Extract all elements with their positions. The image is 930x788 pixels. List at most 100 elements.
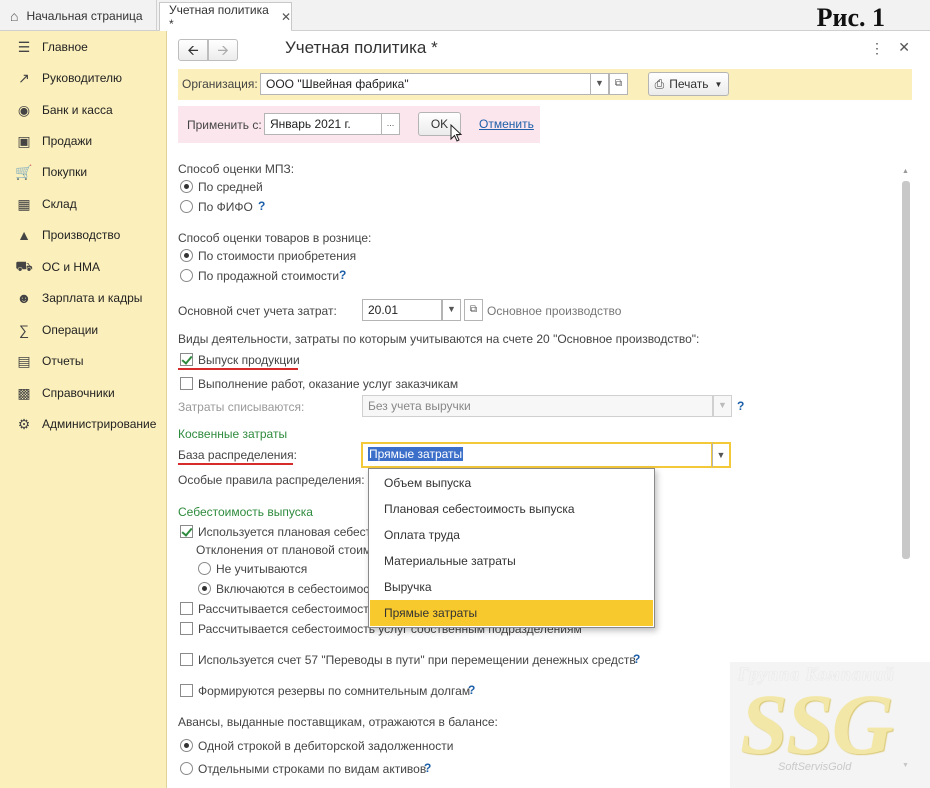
mpz-fifo-radio[interactable] [180, 200, 193, 213]
sidebar-item-admin[interactable]: ⚙ Администрирование [0, 412, 167, 436]
deviations-none-label: Не учитываются [216, 562, 308, 576]
sidebar-item-label: Главное [42, 40, 88, 54]
sidebar-item-operations[interactable]: ∑ Операции [0, 318, 167, 342]
account-57-checkbox[interactable] [180, 653, 193, 666]
cost-account-dropdown-icon[interactable]: ▼ [442, 299, 461, 321]
tab-home[interactable]: ⌂ Начальная страница [0, 0, 157, 31]
organization-dropdown-icon[interactable]: ▼ [590, 73, 609, 95]
services-checkbox[interactable] [180, 377, 193, 390]
forward-button[interactable]: 🡪 [208, 39, 238, 61]
indirect-costs-title: Косвенные затраты [178, 427, 288, 441]
tab-accounting-policy[interactable]: Учетная политика * ✕ [159, 2, 292, 32]
page-title: Учетная политика * [285, 38, 438, 57]
cost-account-name: Основное производство [487, 304, 622, 318]
mpz-method-title: Способ оценки МПЗ: [178, 162, 295, 176]
red-underline [178, 463, 293, 465]
sidebar-item-label: Справочники [42, 386, 115, 400]
sidebar-item-label: Производство [42, 228, 121, 242]
distribution-base-value: Прямые затраты [368, 447, 464, 461]
reserves-checkbox[interactable] [180, 684, 193, 697]
dropdown-option[interactable]: Материальные затраты [370, 548, 653, 574]
sidebar-item-sales[interactable]: ▣ Продажи [0, 129, 167, 153]
organization-field[interactable]: ООО "Швейная фабрика" [260, 73, 591, 95]
plan-cost-checkbox[interactable] [180, 525, 193, 538]
sidebar-item-label: Продажи [42, 134, 93, 148]
deviations-include-radio[interactable] [198, 582, 211, 595]
home-icon: ⌂ [10, 7, 19, 24]
coin-icon: ◉ [17, 101, 31, 118]
sidebar-item-warehouse[interactable]: ▦ Склад [0, 192, 167, 216]
back-button[interactable]: 🡨 [178, 39, 208, 61]
trend-chart-icon: ↗ [18, 69, 30, 86]
sidebar-item-catalogs[interactable]: ▩ Справочники [0, 381, 167, 405]
dropdown-option[interactable]: Выручка [370, 574, 653, 600]
writeoff-label: Затраты списываются: [178, 400, 305, 414]
reserves-label: Формируются резервы по сомнительным долг… [198, 684, 471, 698]
calc-cost-label: Рассчитывается себестоимость [198, 602, 375, 616]
mpz-average-radio[interactable] [180, 180, 193, 193]
help-icon[interactable]: ? [468, 683, 475, 697]
help-icon[interactable]: ? [737, 399, 744, 413]
sidebar-item-salary[interactable]: ☻ Зарплата и кадры [0, 286, 167, 310]
print-button[interactable]: ⎙ Печать ▼ [648, 72, 729, 96]
sidebar-item-purchases[interactable]: 🛒 Покупки [0, 160, 167, 184]
truck-icon: ⛟ [15, 257, 33, 274]
advances-separate-label: Отдельными строками по видам активов [198, 762, 427, 776]
sidebar-item-label: Руководителю [42, 71, 123, 85]
dropdown-option-selected[interactable]: Прямые затраты [370, 600, 653, 626]
sidebar-item-reports[interactable]: ▤ Отчеты [0, 349, 167, 373]
bar-chart-icon: ▤ [17, 352, 31, 369]
dropdown-option[interactable]: Объем выпуска [370, 470, 653, 496]
advances-one-line-label: Одной строкой в дебиторской задолженност… [198, 739, 454, 753]
form-header: 🡨 🡪 Учетная политика * ⋮ ✕ [168, 31, 930, 65]
sidebar-item-manager[interactable]: ↗ Руководителю [0, 66, 167, 90]
ssg-watermark-logo: Группа Компаний SSG SoftServisGold [730, 662, 930, 788]
calc-services-checkbox[interactable] [180, 622, 193, 635]
scroll-up-icon[interactable]: ▲ [902, 168, 909, 175]
person-icon: ☻ [16, 290, 32, 306]
sidebar-item-fixed-assets[interactable]: ⛟ ОС и НМА [0, 255, 167, 279]
sidebar-item-label: Склад [42, 197, 77, 211]
account-57-label: Используется счет 57 "Переводы в пути" п… [198, 653, 636, 667]
help-icon[interactable]: ? [258, 199, 265, 213]
apply-date-field[interactable]: Январь 2021 г. [264, 113, 382, 135]
cost-account-field[interactable]: 20.01 [362, 299, 442, 321]
sidebar-item-bank[interactable]: ◉ Банк и касса [0, 98, 167, 122]
organization-open-icon[interactable]: ⧉ [609, 73, 628, 95]
dropdown-option[interactable]: Плановая себестоимость выпуска [370, 496, 653, 522]
advances-one-line-radio[interactable] [180, 739, 193, 752]
distribution-base-field[interactable]: Прямые затраты [361, 442, 713, 468]
dropdown-option[interactable]: Оплата труда [370, 522, 653, 548]
sidebar-item-production[interactable]: ▲ Производство [0, 223, 167, 247]
retail-cost-radio[interactable] [180, 249, 193, 262]
distribution-base-dropdown-icon[interactable]: ▼ [712, 442, 731, 468]
more-actions-icon[interactable]: ⋮ [870, 40, 884, 57]
calc-cost-checkbox[interactable] [180, 602, 193, 615]
printer-icon: ⎙ [654, 76, 665, 91]
date-picker-button[interactable]: ... [381, 113, 400, 135]
activities-title: Виды деятельности, затраты по которым уч… [178, 332, 700, 346]
organization-label: Организация: [182, 77, 258, 91]
products-output-checkbox[interactable] [180, 353, 193, 366]
retail-cost-label: По стоимости приобретения [198, 249, 357, 263]
scrollbar-thumb[interactable] [902, 181, 910, 559]
special-rules-label: Особые правила распределения: [178, 473, 365, 487]
tab-close-icon[interactable]: ✕ [281, 10, 291, 24]
mouse-cursor-icon [450, 124, 463, 142]
cost-account-open-icon[interactable]: ⧉ [464, 299, 483, 321]
sidebar-item-label: Операции [42, 323, 99, 337]
writeoff-dropdown-icon: ▼ [713, 395, 732, 417]
help-icon[interactable]: ? [424, 761, 431, 775]
help-icon[interactable]: ? [633, 652, 640, 666]
sidebar-item-label: Администрирование [42, 417, 157, 431]
cancel-link[interactable]: Отменить [479, 117, 534, 131]
deviations-include-label: Включаются в себестоимость [216, 582, 382, 596]
advances-separate-radio[interactable] [180, 762, 193, 775]
sidebar-item-main[interactable]: ☰ Главное [0, 35, 167, 59]
sidebar-item-label: Зарплата и кадры [42, 291, 143, 305]
help-icon[interactable]: ? [339, 268, 346, 282]
close-icon[interactable]: ✕ [898, 39, 910, 56]
figure-label: Рис. 1 [816, 3, 885, 32]
retail-sale-radio[interactable] [180, 269, 193, 282]
deviations-none-radio[interactable] [198, 562, 211, 575]
